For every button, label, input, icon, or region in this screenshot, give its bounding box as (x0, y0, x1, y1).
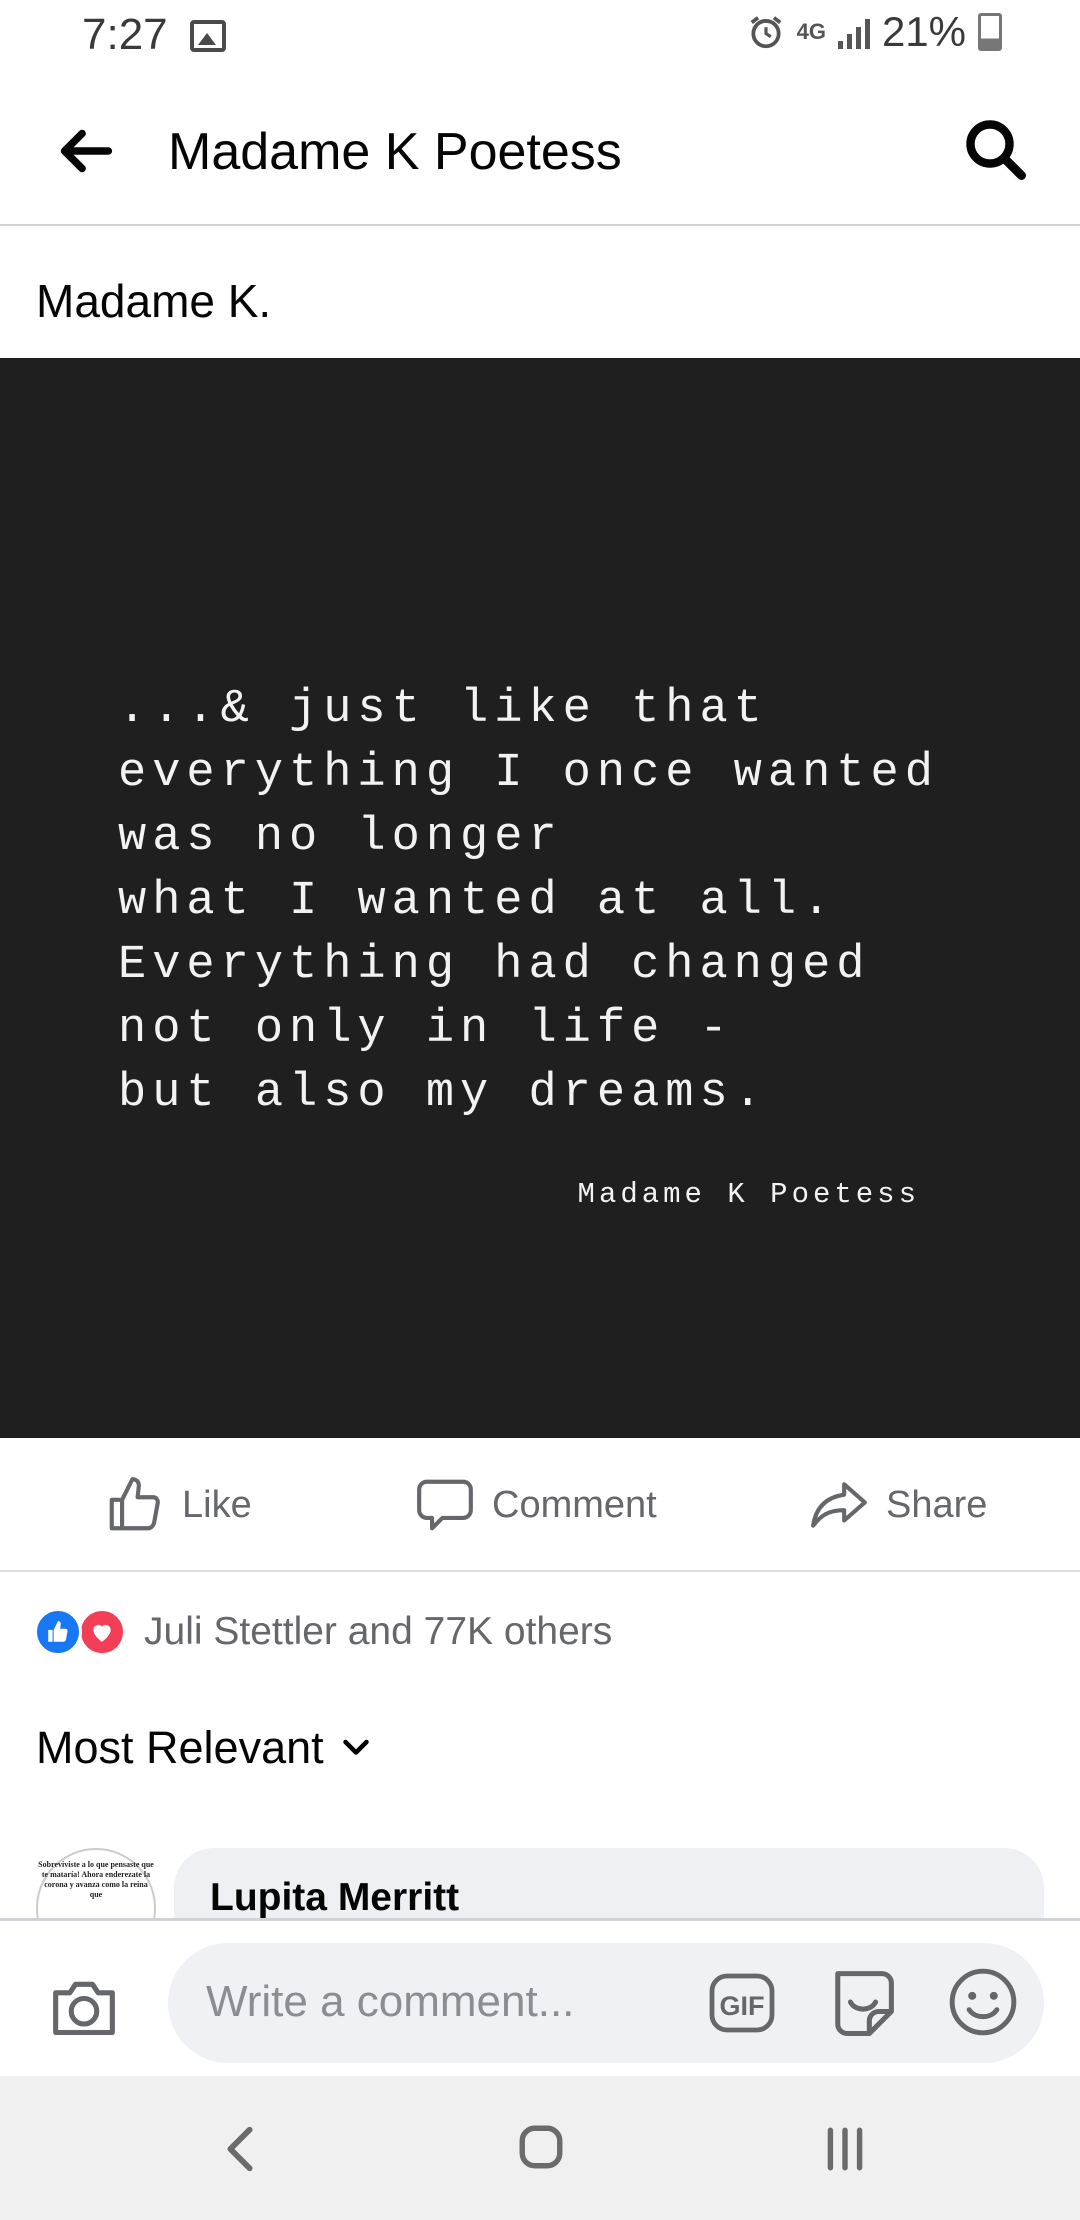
share-arrow-icon (811, 1482, 867, 1528)
reactions-summary[interactable]: Juli Stettler and 77K others (34, 1606, 612, 1658)
like-reaction-icon (34, 1608, 82, 1656)
like-label: Like (182, 1483, 252, 1526)
nav-recents-icon[interactable] (820, 2124, 870, 2174)
nav-home-icon[interactable] (516, 2122, 566, 2172)
poem-signature: Madame K Poetess (577, 1178, 920, 1211)
search-icon[interactable] (960, 114, 1032, 186)
alarm-icon (750, 16, 781, 49)
comment-bubble[interactable]: Lupita Merritt (174, 1848, 1044, 1918)
sort-label: Most Relevant (36, 1722, 324, 1773)
love-reaction-icon (78, 1608, 126, 1656)
comment-placeholder: Write a comment... (206, 1977, 575, 2026)
thumbs-up-icon (109, 1477, 160, 1531)
share-label: Share (886, 1483, 988, 1526)
sticker-icon[interactable] (824, 1961, 902, 2043)
avatar[interactable]: Sobreviviste a lo que pensaste que te ma… (36, 1848, 156, 1918)
gif-icon[interactable]: GIF (706, 1967, 778, 2039)
network-type: 4G (796, 19, 826, 44)
page-title: Madame K Poetess (168, 123, 622, 181)
comment-bubble-icon (417, 1479, 473, 1531)
app-bar: Madame K Poetess (0, 76, 1080, 226)
reaction-icons (34, 1606, 132, 1658)
signal-icon (837, 15, 870, 49)
system-nav-bar (0, 2076, 1080, 2220)
nav-back-icon[interactable] (220, 2122, 260, 2176)
status-indicators: 4G 21% (747, 8, 1002, 56)
image-notification-icon (190, 20, 226, 52)
back-arrow-icon[interactable] (50, 116, 120, 186)
emoji-icon[interactable] (946, 1965, 1020, 2039)
share-button[interactable]: Share (808, 1474, 987, 1536)
svg-text:GIF: GIF (720, 1991, 765, 2021)
comment-item: Sobreviviste a lo que pensaste que te ma… (0, 1846, 1080, 1918)
post-author[interactable]: Madame K. (36, 274, 271, 328)
battery-percent: 21% (881, 8, 966, 55)
status-bar: 7:27 4G 21% (0, 0, 1080, 76)
comment-button[interactable]: Comment (414, 1474, 657, 1536)
reactions-text: Juli Stettler and 77K others (144, 1610, 613, 1653)
commenter-name[interactable]: Lupita Merritt (210, 1876, 459, 1918)
like-button[interactable]: Like (104, 1474, 252, 1536)
post-image[interactable]: ...& just like that everything I once wa… (0, 358, 1080, 1438)
poem-text: ...& just like that everything I once wa… (118, 683, 939, 1120)
post-actions: Like Comment Share (0, 1438, 1080, 1572)
battery-icon (978, 13, 1002, 51)
comment-sort-dropdown[interactable]: Most Relevant (36, 1722, 374, 1774)
status-time: 7:27 (82, 10, 168, 59)
comment-label: Comment (492, 1483, 657, 1526)
comment-composer: Write a comment... GIF (0, 1918, 1080, 2076)
chevron-down-icon (342, 1739, 369, 1755)
camera-icon[interactable] (46, 1973, 122, 2041)
